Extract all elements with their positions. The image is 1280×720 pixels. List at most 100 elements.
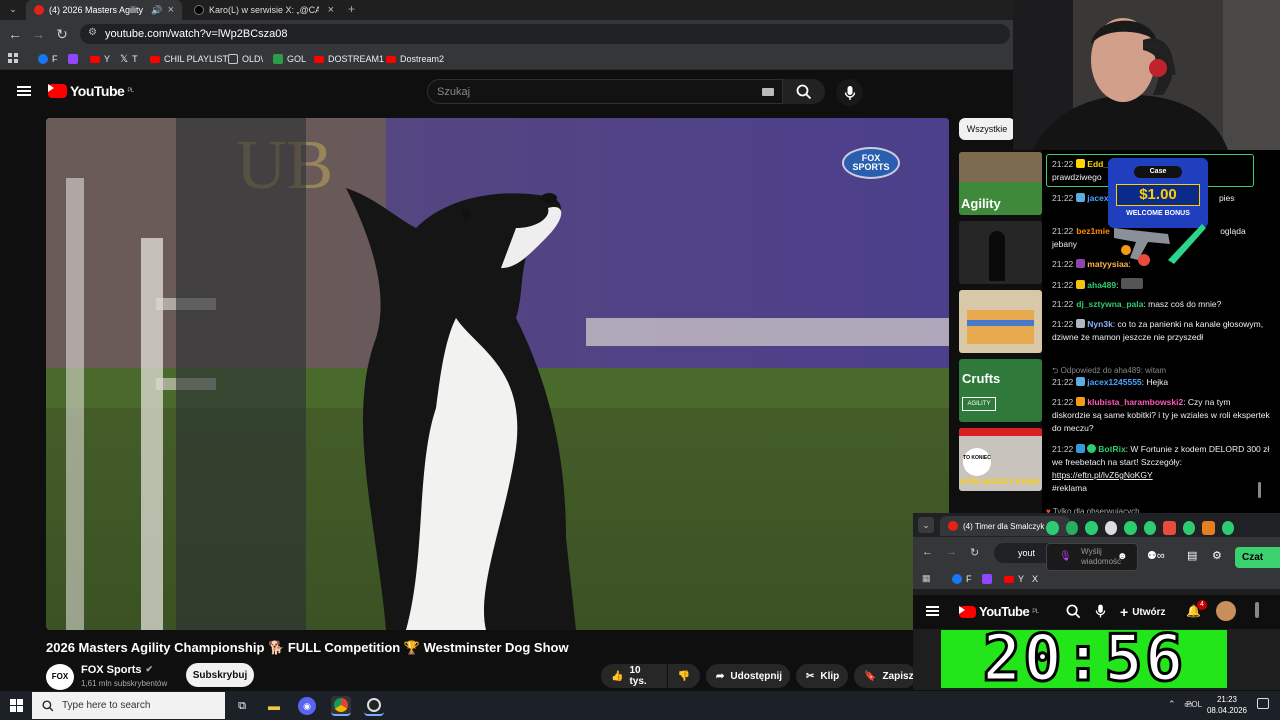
popup-bookmark-twitch[interactable] [982, 570, 992, 588]
webcam-overlay [1013, 0, 1280, 150]
promo-link[interactable]: https://eftn.pl/lvZ6gNoKGY [1052, 470, 1153, 480]
popup-timer-video[interactable]: 20:56 [941, 630, 1227, 688]
emote-icon[interactable] [1143, 521, 1156, 535]
popup-back-icon[interactable]: ← [922, 546, 933, 558]
clip-button[interactable]: ✂ Klip [796, 664, 848, 688]
popup-create-button[interactable]: + Utwórz [1120, 604, 1166, 620]
search-input[interactable]: Szukaj [427, 79, 783, 104]
bookmark-dostream2[interactable]: Dostream2 [386, 50, 444, 68]
taskbar-search-box[interactable]: Type here to search [32, 692, 225, 719]
popup-microphone-icon[interactable] [1095, 603, 1106, 619]
chat-settings-gear-icon[interactable]: ⚙ [1212, 549, 1222, 562]
dislike-button[interactable]: 👎 [668, 664, 700, 688]
share-button[interactable]: ➦ Udostępnij [706, 664, 790, 688]
close-tab-icon[interactable]: × [328, 4, 334, 16]
popup-apps-grid-icon[interactable]: ▦ [922, 573, 931, 584]
facebook-icon [952, 574, 962, 584]
keyboard-icon[interactable] [762, 88, 774, 96]
gol-icon [273, 54, 283, 64]
file-explorer-icon[interactable]: ▬ [264, 696, 284, 716]
chat-send-button[interactable]: Czat [1235, 547, 1280, 568]
share-arrow-icon: ➦ [716, 670, 725, 682]
bookmark-chil-playlist[interactable]: CHIL PLAYLIST [150, 50, 228, 68]
address-bar[interactable]: ⚙ youtube.com/watch?v=lWp2BCsza08 [80, 24, 1010, 44]
discord-icon[interactable]: ◉ [298, 697, 316, 715]
tab-x-karol[interactable]: Karo(L) w serwisie X: „@CANAL × [186, 0, 342, 20]
emote-icon[interactable] [1046, 521, 1059, 535]
facebook-icon [38, 54, 48, 64]
popup-menu-icon[interactable] [926, 606, 939, 608]
recommended-thumb-1[interactable]: Agility [959, 152, 1042, 215]
bookmark-folder-old[interactable]: OLD\ [228, 50, 263, 68]
chat-store-icon[interactable]: ▤ [1187, 549, 1197, 562]
keyboard-language[interactable]: POL [1186, 700, 1202, 709]
save-button[interactable]: 🔖 Zapisz [854, 664, 916, 688]
bookmark-x[interactable]: 𝕏T [120, 50, 138, 68]
tab-search-chevron-icon[interactable]: ⌄ [6, 4, 20, 16]
chat-scrollbar[interactable] [1258, 482, 1261, 498]
emote-icon[interactable] [1124, 521, 1137, 535]
emote-icon[interactable] [1104, 521, 1117, 535]
new-tab-icon[interactable]: + [348, 2, 355, 16]
apps-grid-icon[interactable] [8, 53, 18, 63]
bookmark-dostream1[interactable]: DOSTREAM1 [314, 50, 384, 68]
bookmark-youtube-y[interactable]: Y [90, 50, 110, 68]
case-ad-overlay[interactable]: Case $1.00 WELCOME BONUS [1108, 158, 1208, 266]
voice-search-button[interactable] [836, 79, 863, 106]
taskbar-clock[interactable]: 21:23 08.04.2026 [1205, 694, 1249, 716]
filter-chip-all[interactable]: Wszystkie [959, 118, 1015, 140]
tray-overflow-icon[interactable]: ⌃ [1168, 699, 1176, 710]
popup-account-avatar[interactable] [1216, 601, 1236, 621]
emote-icon[interactable] [1163, 521, 1176, 535]
close-tab-icon[interactable]: × [168, 4, 174, 16]
youtube-logo[interactable]: YouTube PL [48, 83, 134, 99]
notification-center-icon[interactable] [1257, 698, 1269, 709]
tab-youtube-agility[interactable]: (4) 2026 Masters Agility Ch 🔊 × [26, 0, 182, 20]
emoji-picker-icon[interactable]: ☻ [1117, 551, 1128, 562]
sub-badge-icon [1076, 319, 1086, 328]
chat-message: 21:22 klubista_harambowski2: Czy na tym d… [1052, 397, 1270, 433]
popup-bookmark-facebook[interactable]: F [952, 570, 972, 588]
chat-users-icon[interactable]: ⚉∞ [1147, 549, 1165, 562]
emote-icon[interactable] [1085, 521, 1098, 535]
video-player[interactable]: UB FOX SPORTS [46, 118, 949, 630]
popup-reload-icon[interactable]: ↻ [970, 546, 979, 559]
x-icon: 𝕏 [120, 53, 129, 65]
emote-icon[interactable] [1221, 521, 1234, 535]
popup-search-icon[interactable] [1066, 604, 1081, 619]
channel-name[interactable]: FOX Sports ✔ [81, 664, 153, 676]
bookmark-twitch[interactable] [68, 50, 78, 68]
recommended-thumb-crufts[interactable]: Crufts AGILITY [959, 359, 1042, 422]
reload-icon[interactable]: ↻ [54, 26, 70, 42]
emote-icon[interactable] [1065, 521, 1078, 535]
crown-badge-icon [1076, 159, 1086, 168]
site-info-icon[interactable]: ⚙ [88, 27, 97, 38]
popup-scrollbar[interactable] [1255, 602, 1259, 618]
windows-start-icon[interactable] [10, 699, 23, 712]
task-view-icon[interactable]: ⧉ [232, 696, 252, 716]
menu-hamburger-icon[interactable] [17, 86, 31, 88]
bookmark-gol[interactable]: GOL [273, 50, 306, 68]
popup-youtube-logo[interactable]: YouTube PL [959, 604, 1039, 619]
bookmark-facebook[interactable]: F [38, 50, 58, 68]
popup-bookmark-x[interactable]: X [1032, 570, 1038, 588]
audio-playing-icon[interactable]: 🔊 [151, 5, 162, 16]
channel-avatar[interactable]: FOX [46, 664, 74, 690]
chat-message-input[interactable]: 🎙 Wyślij wiadomość ☻ [1046, 543, 1138, 571]
popup-tab-menu-icon[interactable]: ⌄ [918, 517, 934, 533]
recommended-thumb-5[interactable]: TO KONIEC NITRO NISZCZY RYNEK [959, 428, 1042, 491]
popup-bookmark-youtube[interactable]: Y [1004, 570, 1024, 588]
forward-icon[interactable]: → [30, 26, 46, 42]
back-icon[interactable]: ← [7, 26, 23, 42]
subscribe-button[interactable]: Subskrybuj [186, 663, 254, 687]
like-button[interactable]: 👍 10 tys. [601, 664, 667, 688]
emote-icon[interactable] [1202, 521, 1215, 535]
chrome-icon[interactable] [331, 696, 351, 716]
recommended-thumb-3[interactable] [959, 290, 1042, 353]
popup-forward-icon[interactable]: → [946, 546, 957, 558]
recommended-thumb-2[interactable] [959, 221, 1042, 284]
search-button[interactable] [783, 79, 825, 104]
obs-icon[interactable] [364, 696, 384, 716]
chat-emote-row [1046, 521, 1236, 537]
emote-icon[interactable] [1182, 521, 1195, 535]
